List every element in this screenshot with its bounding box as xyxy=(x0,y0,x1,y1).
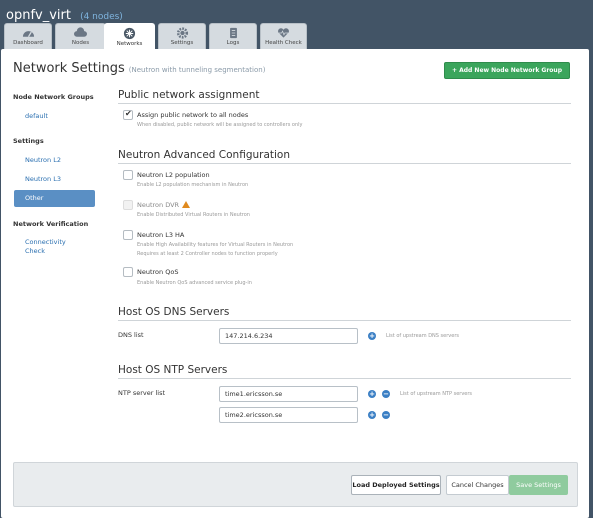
sidebar-item-neutron-l3[interactable]: Neutron L3 xyxy=(25,175,61,183)
add-ntp-button-2[interactable]: + xyxy=(368,411,376,419)
tab-label: Dashboard xyxy=(13,40,43,46)
tab-logs[interactable]: Logs xyxy=(209,23,257,49)
sidebar-item-connectivity-check[interactable]: Connectivity Check xyxy=(25,238,85,256)
section-title-neutron: Neutron Advanced Configuration xyxy=(118,149,571,164)
env-header: opnfv_virt (4 nodes) xyxy=(6,4,123,23)
heart-icon xyxy=(278,28,289,38)
gear-icon xyxy=(176,27,188,39)
cloud-icon xyxy=(74,27,87,37)
ntp-server-input-1[interactable]: time1.ericsson.se xyxy=(219,386,358,402)
add-node-network-group-button[interactable]: + Add New Node Network Group xyxy=(444,62,570,79)
tab-settings[interactable]: Settings xyxy=(158,23,206,49)
dashboard-icon xyxy=(22,31,34,38)
neutron-dvr-desc: Enable Distributed Virtual Routers in Ne… xyxy=(137,212,250,218)
tab-health-check[interactable]: Health Check xyxy=(260,23,307,49)
neutron-l3-ha-desc-2: Requires at least 2 Controller nodes to … xyxy=(137,251,278,257)
warning-icon xyxy=(182,201,191,208)
dns-list-label: DNS list xyxy=(118,331,144,339)
neutron-l2-population-checkbox[interactable] xyxy=(123,170,133,180)
tab-label: Logs xyxy=(226,40,240,46)
remove-ntp-button-2[interactable]: − xyxy=(382,411,390,419)
dns-server-input[interactable]: 147.214.6.234 xyxy=(219,328,358,344)
page-title: Network Settings xyxy=(13,61,125,76)
neutron-dvr-label-row: Neutron DVR xyxy=(137,201,191,209)
sidebar-item-default[interactable]: default xyxy=(25,112,48,120)
save-settings-button[interactable]: Save Settings xyxy=(509,475,568,495)
load-deployed-settings-button[interactable]: Load Deployed Settings xyxy=(351,475,441,495)
sidebar-heading-verification: Network Verification xyxy=(13,220,89,228)
section-title-dns: Host OS DNS Servers xyxy=(118,306,571,321)
remove-ntp-button-1[interactable]: − xyxy=(382,390,390,398)
neutron-l3-ha-desc: Enable High Availability features for Vi… xyxy=(137,242,294,248)
sidebar-item-neutron-l2[interactable]: Neutron L2 xyxy=(25,156,61,164)
neutron-dvr-label: Neutron DVR xyxy=(137,201,180,209)
section-title-public: Public network assignment xyxy=(118,89,571,104)
network-icon xyxy=(123,27,136,40)
dns-hint: List of upstream DNS servers xyxy=(386,333,459,339)
tab-nodes[interactable]: Nodes xyxy=(55,23,106,49)
ntp-server-input-2[interactable]: time2.ericsson.se xyxy=(219,407,358,423)
section-title-ntp: Host OS NTP Servers xyxy=(118,364,571,379)
sidebar-item-other[interactable]: Other xyxy=(14,190,95,207)
page-subtitle: (Neutron with tunneling segmentation) xyxy=(128,66,266,74)
neutron-l2-population-desc: Enable L2 population mechanism in Neutro… xyxy=(137,182,249,188)
neutron-qos-checkbox[interactable] xyxy=(123,267,133,277)
tab-networks[interactable]: Networks xyxy=(104,23,155,49)
add-ntp-button-1[interactable]: + xyxy=(368,390,376,398)
neutron-l2-population-label: Neutron L2 population xyxy=(137,171,210,179)
footer-toolbar: Load Deployed Settings Cancel Changes Sa… xyxy=(13,462,578,507)
assign-public-network-desc: When disabled, public network will be as… xyxy=(137,122,303,128)
sidebar-heading-settings: Settings xyxy=(13,137,44,145)
tab-label: Settings xyxy=(170,40,194,46)
tab-label: Health Check xyxy=(265,40,302,46)
neutron-dvr-checkbox[interactable] xyxy=(123,200,133,210)
node-count: (4 nodes) xyxy=(80,12,123,22)
tab-label: Networks xyxy=(116,41,143,47)
environment-name: opnfv_virt xyxy=(6,8,71,23)
cancel-changes-button[interactable]: Cancel Changes xyxy=(446,475,509,495)
tab-dashboard[interactable]: Dashboard xyxy=(4,23,52,49)
network-settings-panel: Network Settings (Neutron with tunneling … xyxy=(1,49,589,518)
neutron-l3-ha-label: Neutron L3 HA xyxy=(137,231,185,239)
sidebar-heading-groups: Node Network Groups xyxy=(13,93,94,101)
add-button-label: Add New Node Network Group xyxy=(459,67,562,74)
assign-public-network-label: Assign public network to all nodes xyxy=(137,111,249,119)
logs-icon xyxy=(229,27,237,39)
plus-icon: + xyxy=(451,67,458,74)
neutron-l3-ha-checkbox[interactable] xyxy=(123,230,133,240)
page-title-area: Network Settings (Neutron with tunneling … xyxy=(13,61,265,76)
add-dns-button[interactable]: + xyxy=(368,332,376,340)
ntp-list-label: NTP server list xyxy=(118,389,166,397)
neutron-qos-label: Neutron QoS xyxy=(137,268,179,276)
ntp-hint: List of upstream NTP servers xyxy=(400,391,473,397)
neutron-qos-desc: Enable Neutron QoS advanced service plug… xyxy=(137,280,252,286)
assign-public-network-checkbox[interactable] xyxy=(123,109,133,120)
tab-label: Nodes xyxy=(71,40,90,46)
